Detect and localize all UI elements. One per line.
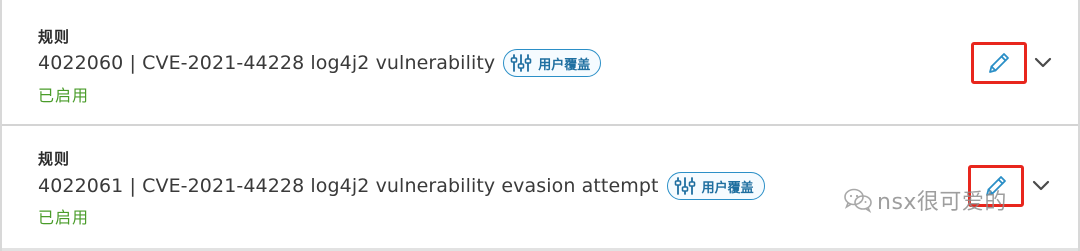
rule-heading: 规则	[38, 150, 71, 168]
user-override-label: 用户覆盖	[538, 57, 591, 73]
rule-title-line: 4022060 | CVE-2021-44228 log4j2 vulnerab…	[38, 47, 602, 79]
user-override-label: 用户覆盖	[701, 180, 754, 196]
expand-button[interactable]	[1030, 50, 1056, 76]
rule-status: 已启用	[38, 86, 90, 105]
rule-status: 已启用	[38, 208, 90, 227]
rule-title: 4022060 | CVE-2021-44228 log4j2 vulnerab…	[38, 52, 496, 74]
rule-title-line: 4022061 | CVE-2021-44228 log4j2 vulnerab…	[38, 170, 765, 202]
watermark: nsx很可爱的	[843, 184, 1007, 216]
watermark-text: nsx很可爱的	[877, 190, 1007, 215]
chevron-down-icon	[1034, 57, 1052, 68]
rule-title: 4022061 | CVE-2021-44228 log4j2 vulnerab…	[38, 175, 659, 197]
expand-button[interactable]	[1028, 173, 1054, 199]
user-override-badge[interactable]: 用户覆盖	[666, 172, 765, 200]
user-override-badge[interactable]: 用户覆盖	[503, 49, 602, 77]
sliders-icon	[510, 54, 532, 72]
pencil-icon	[989, 53, 1009, 73]
rule-list: 规则 4022060 | CVE-2021-44228 log4j2 vulne…	[0, 0, 1080, 251]
rule-row: 规则 4022060 | CVE-2021-44228 log4j2 vulne…	[2, 0, 1078, 124]
rule-heading: 规则	[38, 28, 71, 46]
edit-button[interactable]	[982, 48, 1016, 78]
sliders-icon	[674, 177, 695, 195]
chevron-down-icon	[1032, 180, 1050, 191]
wechat-icon	[844, 188, 872, 213]
